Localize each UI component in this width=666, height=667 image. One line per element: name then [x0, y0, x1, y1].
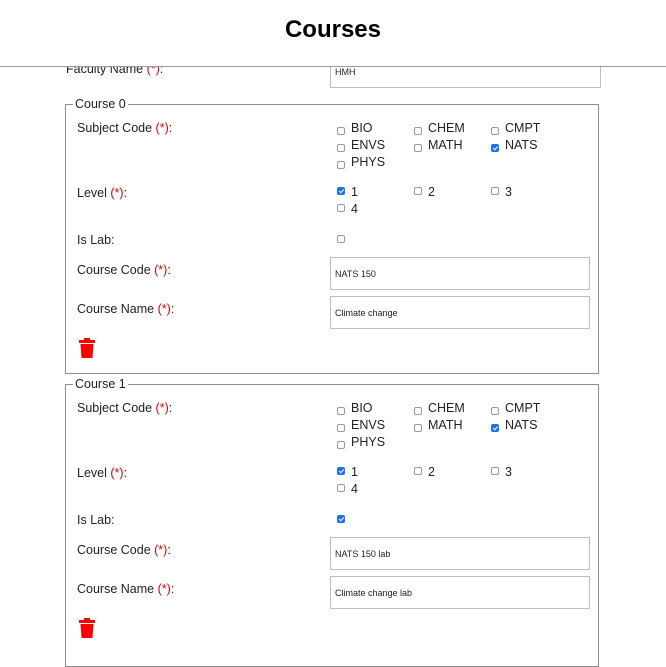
course-code-input[interactable]: NATS 150	[330, 257, 590, 290]
level-option-label: 3	[505, 465, 512, 479]
level-checkbox-1[interactable]	[337, 467, 345, 475]
level-option-label: 2	[428, 185, 435, 199]
page-header: Courses	[0, 0, 666, 67]
required-marker: (*)	[110, 466, 124, 480]
required-marker: (*)	[110, 186, 124, 200]
course-code-label-text: Course Code	[77, 543, 151, 557]
subject-code-label-text: Subject Code	[77, 121, 153, 135]
subject-checkbox-chem[interactable]	[414, 127, 422, 135]
subject-option-label: ENVS	[351, 138, 386, 152]
level-checkbox-2[interactable]	[414, 467, 422, 475]
level-checkbox-2[interactable]	[414, 187, 422, 195]
level-option-label: 3	[505, 185, 512, 199]
level-label-text: Level	[77, 186, 107, 200]
subject-checkbox-nats[interactable]	[491, 144, 499, 152]
trash-icon[interactable]	[79, 338, 95, 358]
level-option-label: 1	[351, 185, 358, 199]
subject-checkbox-bio[interactable]	[337, 407, 345, 415]
subject-checkbox-math[interactable]	[414, 144, 422, 152]
level-checkbox-4[interactable]	[337, 484, 345, 492]
page-title: Courses	[284, 16, 382, 43]
course-legend: Course 1	[75, 377, 126, 391]
courses-form: Faculty Name (*): HMH Course 0 Course 1 …	[0, 0, 666, 667]
subject-checkbox-envs[interactable]	[337, 144, 345, 152]
subject-checkbox-phys[interactable]	[337, 441, 345, 449]
subject-option-label: NATS	[505, 138, 538, 152]
subject-checkbox-phys[interactable]	[337, 161, 345, 169]
level-option-label: 1	[351, 465, 358, 479]
is-lab-label: Is Lab:	[77, 233, 115, 247]
subject-code-label: Subject Code (*):	[77, 401, 173, 415]
course-code-label: Course Code (*):	[77, 263, 171, 277]
subject-option-label: MATH	[428, 138, 463, 152]
is-lab-checkbox[interactable]	[337, 515, 345, 523]
level-option-label: 4	[351, 202, 358, 216]
required-marker: (*)	[154, 543, 168, 557]
level-label-text: Level	[77, 466, 107, 480]
level-option-label: 4	[351, 482, 358, 496]
subject-checkbox-math[interactable]	[414, 424, 422, 432]
subject-checkbox-bio[interactable]	[337, 127, 345, 135]
is-lab-label: Is Lab:	[77, 513, 115, 527]
level-checkbox-4[interactable]	[337, 204, 345, 212]
course-name-label: Course Name (*):	[77, 582, 175, 596]
subject-option-label: ENVS	[351, 418, 386, 432]
subject-checkbox-cmpt[interactable]	[491, 127, 499, 135]
course-name-input[interactable]: Climate change	[330, 296, 590, 329]
level-label: Level (*):	[77, 466, 128, 480]
course-name-label-text: Course Name	[77, 582, 155, 596]
level-checkbox-3[interactable]	[491, 187, 499, 195]
subject-option-label: PHYS	[351, 435, 386, 449]
course-legend: Course 0	[75, 97, 126, 111]
trash-icon[interactable]	[79, 618, 95, 638]
level-checkbox-1[interactable]	[337, 187, 345, 195]
required-marker: (*)	[157, 302, 171, 316]
is-lab-checkbox[interactable]	[337, 235, 345, 243]
subject-option-label: PHYS	[351, 155, 386, 169]
required-marker: (*)	[155, 401, 169, 415]
is-lab-label-text: Is Lab:	[77, 513, 115, 527]
subject-option-label: NATS	[505, 418, 538, 432]
subject-option-label: CHEM	[428, 121, 465, 135]
level-checkbox-3[interactable]	[491, 467, 499, 475]
subject-option-label: MATH	[428, 418, 463, 432]
level-label: Level (*):	[77, 186, 128, 200]
course-name-value: Climate change lab	[335, 587, 413, 598]
subject-option-label: CHEM	[428, 401, 465, 415]
subject-option-label: BIO	[351, 121, 373, 135]
required-marker: (*)	[154, 263, 168, 277]
course-code-value: NATS 150 lab	[335, 548, 391, 559]
course-code-label: Course Code (*):	[77, 543, 171, 557]
is-lab-label-text: Is Lab:	[77, 233, 115, 247]
course-name-label: Course Name (*):	[77, 302, 175, 316]
required-marker: (*)	[155, 121, 169, 135]
course-name-label-text: Course Name	[77, 302, 155, 316]
subject-checkbox-nats[interactable]	[491, 424, 499, 432]
course-name-input[interactable]: Climate change lab	[330, 576, 590, 609]
subject-option-label: CMPT	[505, 121, 541, 135]
subject-checkbox-chem[interactable]	[414, 407, 422, 415]
course-code-label-text: Course Code	[77, 263, 151, 277]
subject-option-label: CMPT	[505, 401, 541, 415]
subject-checkbox-cmpt[interactable]	[491, 407, 499, 415]
required-marker: (*)	[157, 582, 171, 596]
subject-checkbox-envs[interactable]	[337, 424, 345, 432]
subject-option-label: BIO	[351, 401, 373, 415]
course-code-input[interactable]: NATS 150 lab	[330, 537, 590, 570]
subject-code-label-text: Subject Code	[77, 401, 153, 415]
level-option-label: 2	[428, 465, 435, 479]
course-name-value: Climate change	[335, 307, 398, 318]
faculty-name-value: HMH	[335, 67, 356, 77]
subject-code-label: Subject Code (*):	[77, 121, 173, 135]
course-code-value: NATS 150	[335, 268, 376, 279]
